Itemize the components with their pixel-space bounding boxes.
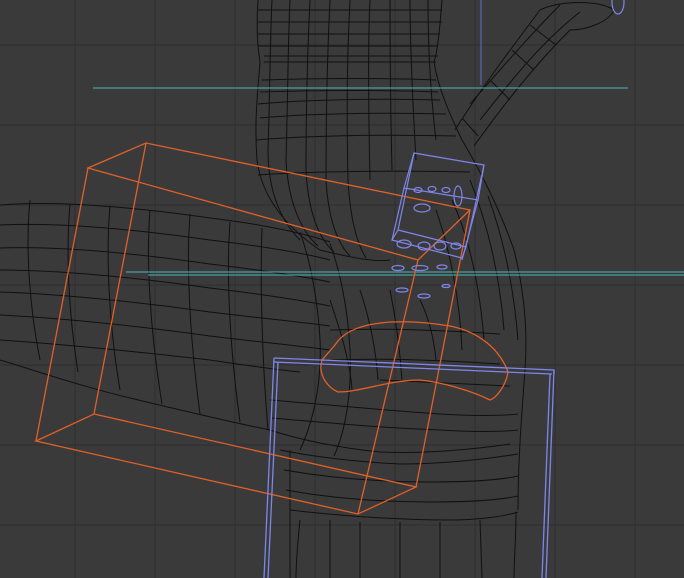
helper-lines xyxy=(93,87,684,276)
character-mesh[interactable] xyxy=(0,0,615,578)
3d-viewport[interactable] xyxy=(0,0,684,578)
lower-object-cage[interactable] xyxy=(263,357,555,578)
selected-object-bbox[interactable] xyxy=(34,142,509,515)
viewport-canvas[interactable] xyxy=(0,0,684,578)
